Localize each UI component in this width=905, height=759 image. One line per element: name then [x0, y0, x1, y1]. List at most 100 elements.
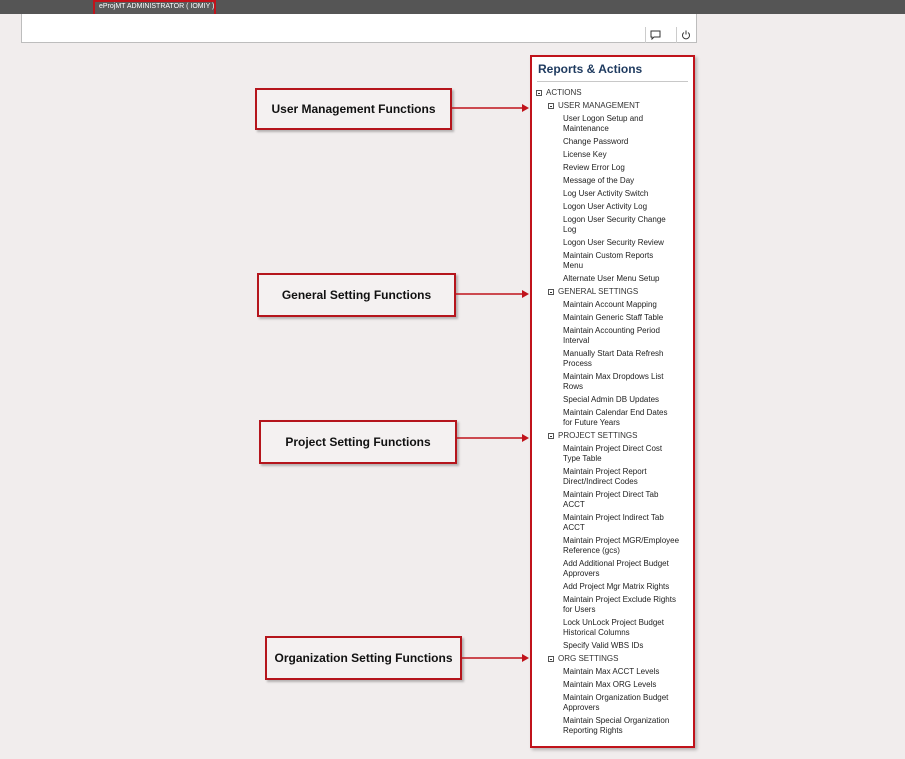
- tree-link-text: Maintain Max ORG Levels: [563, 680, 657, 689]
- tree-link-item[interactable]: Maintain Special Organization Reporting R…: [532, 716, 693, 736]
- tree-link-text: Type Table: [563, 454, 602, 463]
- callout-general-setting: General Setting Functions: [257, 273, 456, 317]
- tree-link-text: Maintain Max ACCT Levels: [563, 667, 660, 676]
- tree-link-text: Reference (gcs): [563, 546, 620, 555]
- tree-link-item[interactable]: Review Error Log: [532, 163, 693, 173]
- tree-link-text: Logon User Security Change: [563, 215, 666, 224]
- tree-link-item[interactable]: Change Password: [532, 137, 693, 147]
- chat-icon[interactable]: [645, 27, 664, 43]
- tree-link-item[interactable]: Maintain Project Direct Tab ACCT: [532, 490, 693, 510]
- tree-link-text: Maintain Generic Staff Table: [563, 313, 664, 322]
- tree-link-item[interactable]: Maintain Project MGR/Employee Reference (…: [532, 536, 693, 556]
- tree-link-item[interactable]: Log User Activity Switch: [532, 189, 693, 199]
- tree-link-text: Maintain Special Organization: [563, 716, 670, 725]
- tree-root-label: ACTIONS: [546, 88, 582, 97]
- tree-link-text: Logon User Security Review: [563, 238, 664, 247]
- tree-link-text: Maintain Project Direct Cost: [563, 444, 663, 453]
- tree-link-item[interactable]: Maintain Organization Budget Approvers: [532, 693, 693, 713]
- tree-section-label: ORG SETTINGS: [558, 654, 619, 663]
- tree-link-text: Historical Columns: [563, 628, 630, 637]
- tree-link-item[interactable]: Special Admin DB Updates: [532, 395, 693, 405]
- tree-link-item[interactable]: Maintain Accounting Period Interval: [532, 326, 693, 346]
- tree-link-text: Process: [563, 359, 592, 368]
- tree-link-item[interactable]: Alternate User Menu Setup: [532, 274, 693, 284]
- arrow-user-management: [452, 104, 529, 112]
- collapse-toggle-icon[interactable]: [536, 90, 542, 96]
- tree-link-text: Specify Valid WBS IDs: [563, 641, 644, 650]
- tree-link-item[interactable]: Maintain Project Indirect Tab ACCT: [532, 513, 693, 533]
- tree-link-text: User Logon Setup and: [563, 114, 644, 123]
- tree-link-item[interactable]: Maintain Account Mapping: [532, 300, 693, 310]
- tree-link-text: ACCT: [563, 523, 585, 532]
- tree-link-item[interactable]: Maintain Max Dropdows List Rows: [532, 372, 693, 392]
- tree-link-item[interactable]: License Key: [532, 150, 693, 160]
- tree-root-actions[interactable]: ACTIONS: [532, 88, 693, 98]
- tree-link-item[interactable]: Maintain Project Exclude Rights for Users: [532, 595, 693, 615]
- tree-link-text: Add Project Mgr Matrix Rights: [563, 582, 670, 591]
- arrow-project-setting: [457, 434, 529, 442]
- tree-section[interactable]: ORG SETTINGS: [532, 654, 693, 664]
- tree-link-text: Maintain Calendar End Dates: [563, 408, 668, 417]
- tree-section-label: USER MANAGEMENT: [558, 101, 640, 110]
- tree-link-text: Maintain Project Report: [563, 467, 647, 476]
- tree-link-text: Alternate User Menu Setup: [563, 274, 660, 283]
- panel-title: Reports & Actions: [538, 62, 643, 76]
- tree-link-item[interactable]: Logon User Security Review: [532, 238, 693, 248]
- tree-link-text: Change Password: [563, 137, 629, 146]
- tree-link-item[interactable]: Maintain Generic Staff Table: [532, 313, 693, 323]
- tree-link-text: for Users: [563, 605, 596, 614]
- tree-link-text: Rows: [563, 382, 584, 391]
- actions-tree: ACTIONS USER MANAGEMENT User Logon Setup a…: [532, 88, 693, 739]
- tree-link-text: Interval: [563, 336, 590, 345]
- callout-project-setting: Project Setting Functions: [259, 420, 457, 464]
- tree-link-text: Maintenance: [563, 124, 609, 133]
- tree-link-item[interactable]: Maintain Max ACCT Levels: [532, 667, 693, 677]
- tree-link-text: Reporting Rights: [563, 726, 623, 735]
- header-panel: [21, 14, 697, 43]
- tree-link-item[interactable]: Maintain Project Direct Cost Type Table: [532, 444, 693, 464]
- tree-link-item[interactable]: Maintain Calendar End Dates for Future Ye…: [532, 408, 693, 428]
- reports-actions-panel: Reports & Actions ACTIONS USER MANAGEMENT…: [530, 55, 695, 748]
- tree-link-text: Log User Activity Switch: [563, 189, 649, 198]
- tree-link-text: Maintain Project MGR/Employee: [563, 536, 680, 545]
- tree-link-item[interactable]: Maintain Custom Reports Menu: [532, 251, 693, 271]
- tree-link-text: Review Error Log: [563, 163, 625, 172]
- tree-link-text: ACCT: [563, 500, 585, 509]
- callout-user-management: User Management Functions: [255, 88, 452, 130]
- tree-link-text: Manually Start Data Refresh: [563, 349, 664, 358]
- tree-link-text: Maintain Max Dropdows List: [563, 372, 664, 381]
- tree-link-text: Maintain Account Mapping: [563, 300, 657, 309]
- tree-section[interactable]: GENERAL SETTINGS: [532, 287, 693, 297]
- tree-link-item[interactable]: Add Additional Project Budget Approvers: [532, 559, 693, 579]
- tree-link-item[interactable]: User Logon Setup and Maintenance: [532, 114, 693, 134]
- tree-link-text: Logon User Activity Log: [563, 202, 648, 211]
- tree-section[interactable]: USER MANAGEMENT: [532, 101, 693, 111]
- tree-link-item[interactable]: Specify Valid WBS IDs: [532, 641, 693, 651]
- tree-link-item[interactable]: Manually Start Data Refresh Process: [532, 349, 693, 369]
- collapse-toggle-icon[interactable]: [548, 289, 554, 295]
- collapse-toggle-icon[interactable]: [548, 656, 554, 662]
- arrow-organization-setting: [462, 654, 529, 662]
- tree-link-text: Approvers: [563, 569, 600, 578]
- tree-link-item[interactable]: Logon User Activity Log: [532, 202, 693, 212]
- tree-link-text: Approvers: [563, 703, 600, 712]
- tree-link-text: Maintain Custom Reports: [563, 251, 654, 260]
- tree-link-item[interactable]: Lock UnLock Project Budget Historical Col…: [532, 618, 693, 638]
- tree-link-item[interactable]: Add Project Mgr Matrix Rights: [532, 582, 693, 592]
- tree-link-text: Maintain Accounting Period: [563, 326, 660, 335]
- tree-link-text: for Future Years: [563, 418, 620, 427]
- tree-section[interactable]: PROJECT SETTINGS: [532, 431, 693, 441]
- tree-link-item[interactable]: Maintain Max ORG Levels: [532, 680, 693, 690]
- tree-link-text: Maintain Project Direct Tab: [563, 490, 659, 499]
- tree-link-text: Log: [563, 225, 577, 234]
- tree-link-text: Maintain Project Indirect Tab: [563, 513, 664, 522]
- tree-section-label: GENERAL SETTINGS: [558, 287, 639, 296]
- tree-link-item[interactable]: Maintain Project Report Direct/Indirect C…: [532, 467, 693, 487]
- collapse-toggle-icon[interactable]: [548, 103, 554, 109]
- tree-link-item[interactable]: Message of the Day: [532, 176, 693, 186]
- tree-link-text: Maintain Project Exclude Rights: [563, 595, 676, 604]
- tree-link-item[interactable]: Logon User Security Change Log: [532, 215, 693, 235]
- tree-section-label: PROJECT SETTINGS: [558, 431, 638, 440]
- collapse-toggle-icon[interactable]: [548, 433, 554, 439]
- power-icon[interactable]: [676, 27, 695, 43]
